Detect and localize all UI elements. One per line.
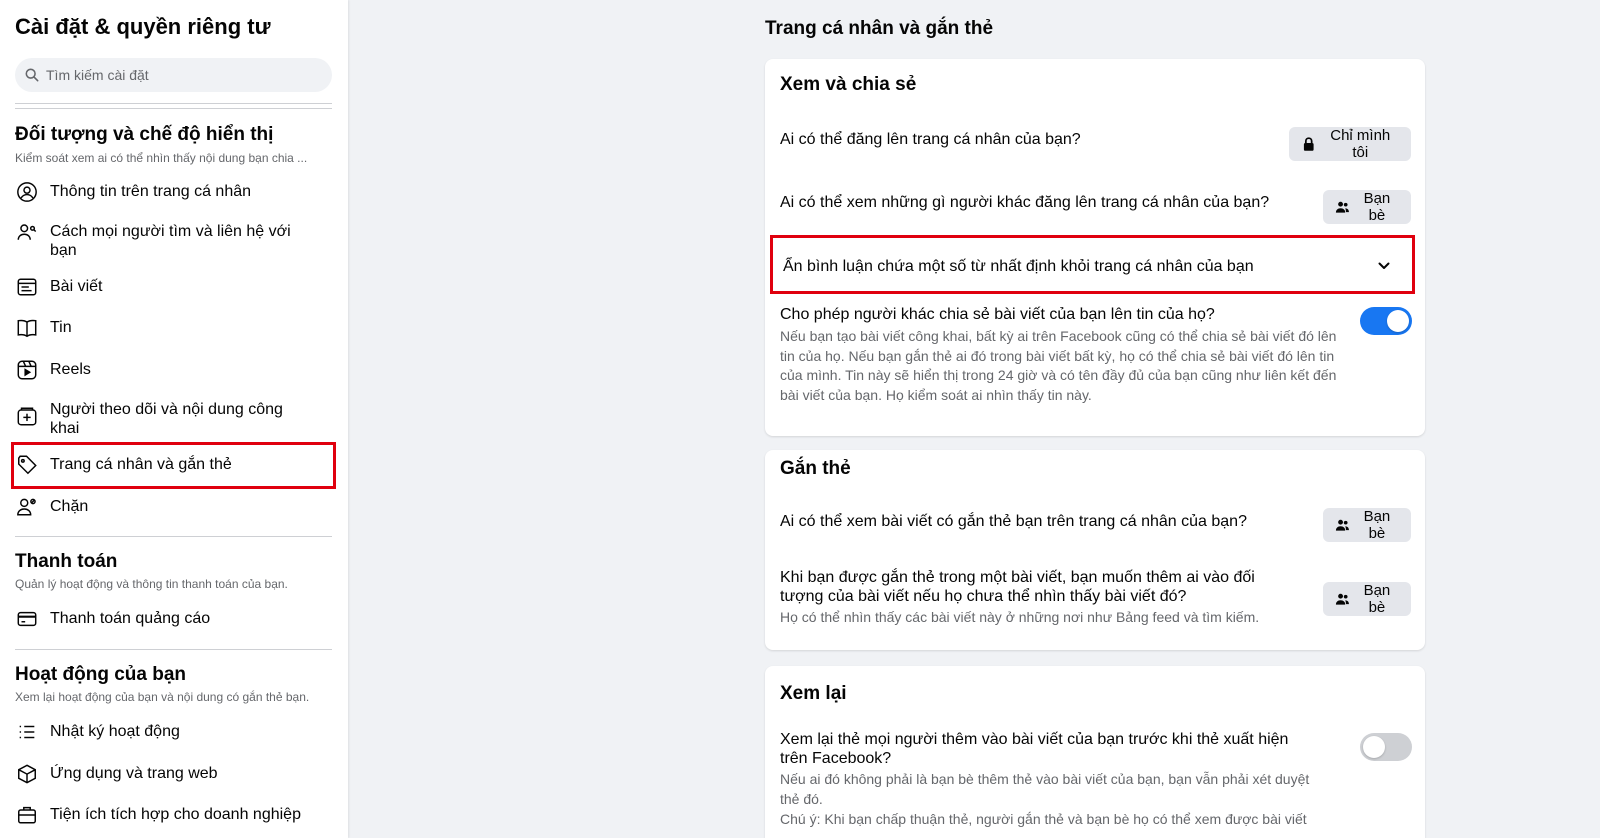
chevron-down-icon[interactable]: [1373, 255, 1395, 277]
review-tags-toggle[interactable]: [1360, 733, 1412, 761]
button-label: Chỉ mình tôi: [1330, 127, 1391, 161]
sidebar-item-label: Trang cá nhân và gắn thẻ: [50, 456, 232, 473]
share-to-story-toggle[interactable]: [1360, 307, 1412, 335]
sidebar-item-find-contact[interactable]: Cách mọi người tìm và liên hệ với bạn: [15, 220, 333, 260]
post-icon: [15, 275, 39, 299]
sidebar-item-label: Tiện ích tích hợp cho doanh nghiệp: [50, 806, 301, 823]
sidebar-item-label: Chặn: [50, 498, 89, 515]
sidebar-item-label: Ứng dụng và trang web: [50, 765, 218, 782]
card-review: Xem lại Xem lại thẻ mọi người thêm vào b…: [765, 666, 1425, 838]
divider: [15, 103, 332, 104]
tag-icon: [15, 453, 39, 477]
friends-icon: [1335, 201, 1349, 213]
setting-description: Nếu bạn tạo bài viết công khai, bất kỳ a…: [780, 328, 1337, 403]
setting-note: Chú ý: Khi bạn chấp thuận thẻ, người gắn…: [780, 811, 1307, 827]
friends-icon: [1335, 593, 1349, 605]
setting-question: Ai có thể xem những gì người khác đăng l…: [780, 194, 1270, 211]
sidebar-item-label: Cách mọi người tìm và liên hệ với bạn: [50, 223, 291, 259]
settings-sidebar: Cài đặt & quyền riêng tư Đối tượng và ch…: [0, 0, 348, 838]
setting-question: Ai có thể đăng lên trang cá nhân của bạn…: [780, 131, 1081, 148]
sidebar-item-label: Tin: [50, 319, 72, 336]
lock-icon: [1303, 137, 1314, 151]
audience-only-me-button[interactable]: Chỉ mình tôi: [1289, 127, 1411, 161]
page-title: Trang cá nhân và gắn thẻ: [765, 18, 994, 39]
card-title: Xem lại: [780, 683, 847, 704]
sidebar-item-label: Thanh toán quảng cáo: [50, 610, 211, 627]
section-title-activity: Hoạt động của bạn: [15, 664, 186, 685]
sidebar-item-blocking[interactable]: Chặn: [15, 495, 333, 519]
business-icon: [15, 803, 39, 827]
sidebar-title: Cài đặt & quyền riêng tư: [15, 14, 271, 39]
credit-card-icon: [15, 607, 39, 631]
sidebar-item-reels[interactable]: Reels: [15, 358, 333, 382]
sidebar-item-stories[interactable]: Tin: [15, 316, 333, 340]
section-subtitle-payments: Quản lý hoạt động và thông tin thanh toá…: [15, 577, 288, 591]
sidebar-item-label: Người theo dõi và nội dung công khai: [50, 401, 283, 437]
sidebar-item-label: Thông tin trên trang cá nhân: [50, 183, 252, 200]
user-search-icon: [15, 220, 39, 244]
divider: [15, 536, 332, 537]
setting-question: Cho phép người khác chia sẻ bài viết của…: [780, 306, 1215, 323]
tag-audience-expansion-button[interactable]: Bạn bè: [1323, 582, 1411, 616]
setting-question: Khi bạn được gắn thẻ trong một bài viết,…: [780, 569, 1255, 605]
section-title-payments: Thanh toán: [15, 551, 118, 572]
search-input[interactable]: [46, 67, 306, 83]
setting-question: Xem lại thẻ mọi người thêm vào bài viết …: [780, 731, 1289, 767]
sidebar-item-business-integrations[interactable]: Tiện ích tích hợp cho doanh nghiệp: [15, 803, 333, 827]
block-user-icon: [15, 495, 39, 519]
hide-comments-row[interactable]: Ẩn bình luận chứa một số từ nhất định kh…: [783, 257, 1323, 276]
search-box[interactable]: [15, 58, 332, 92]
audience-friends-button[interactable]: Bạn bè: [1323, 190, 1411, 224]
settings-main: Trang cá nhân và gắn thẻ Xem và chia sẻ …: [348, 0, 1600, 838]
section-subtitle-audience: Kiểm soát xem ai có thể nhìn thấy nội du…: [15, 151, 308, 165]
sidebar-item-posts[interactable]: Bài viết: [15, 275, 333, 299]
sidebar-item-apps-websites[interactable]: Ứng dụng và trang web: [15, 762, 333, 786]
sidebar-item-activity-log[interactable]: Nhật ký hoạt động: [15, 720, 333, 744]
sidebar-item-label: Bài viết: [50, 278, 103, 295]
friends-icon: [1335, 519, 1349, 531]
search-icon: [25, 68, 39, 82]
setting-question: Ai có thể xem bài viết có gắn thẻ bạn tr…: [780, 513, 1247, 530]
card-view-share: Xem và chia sẻ Ai có thể đăng lên trang …: [765, 59, 1425, 436]
button-label: Bạn bè: [1363, 190, 1391, 224]
list-icon: [15, 720, 39, 744]
sidebar-item-label: Reels: [50, 361, 91, 378]
section-subtitle-activity: Xem lại hoạt động của bạn và nội dung có…: [15, 690, 310, 704]
reels-icon: [15, 358, 39, 382]
setting-description: Nếu ai đó không phải là bạn bè thêm thẻ …: [780, 771, 1310, 807]
toggle-knob: [1363, 736, 1385, 758]
user-circle-icon: [15, 180, 39, 204]
divider: [15, 649, 332, 650]
sidebar-item-profile-tagging[interactable]: Trang cá nhân và gắn thẻ: [15, 453, 333, 477]
card-tagging: Gắn thẻ Ai có thể xem bài viết có gắn th…: [765, 450, 1425, 650]
story-book-icon: [15, 316, 39, 340]
cube-icon: [15, 762, 39, 786]
button-label: Bạn bè: [1363, 508, 1391, 542]
sidebar-item-label: Nhật ký hoạt động: [50, 723, 180, 740]
section-title-audience: Đối tượng và chế độ hiển thị: [15, 124, 274, 145]
button-label: Bạn bè: [1363, 582, 1391, 616]
card-title: Xem và chia sẻ: [780, 74, 917, 95]
toggle-knob: [1387, 310, 1409, 332]
sidebar-item-profile-info[interactable]: Thông tin trên trang cá nhân: [15, 180, 333, 204]
tagged-posts-audience-button[interactable]: Bạn bè: [1323, 508, 1411, 542]
followers-icon: [15, 404, 39, 428]
sidebar-item-ad-payments[interactable]: Thanh toán quảng cáo: [15, 607, 333, 631]
sidebar-item-followers[interactable]: Người theo dõi và nội dung công khai: [15, 398, 333, 438]
card-title: Gắn thẻ: [780, 458, 851, 479]
divider: [15, 108, 332, 109]
setting-description: Họ có thể nhìn thấy các bài viết này ở n…: [780, 609, 1260, 625]
